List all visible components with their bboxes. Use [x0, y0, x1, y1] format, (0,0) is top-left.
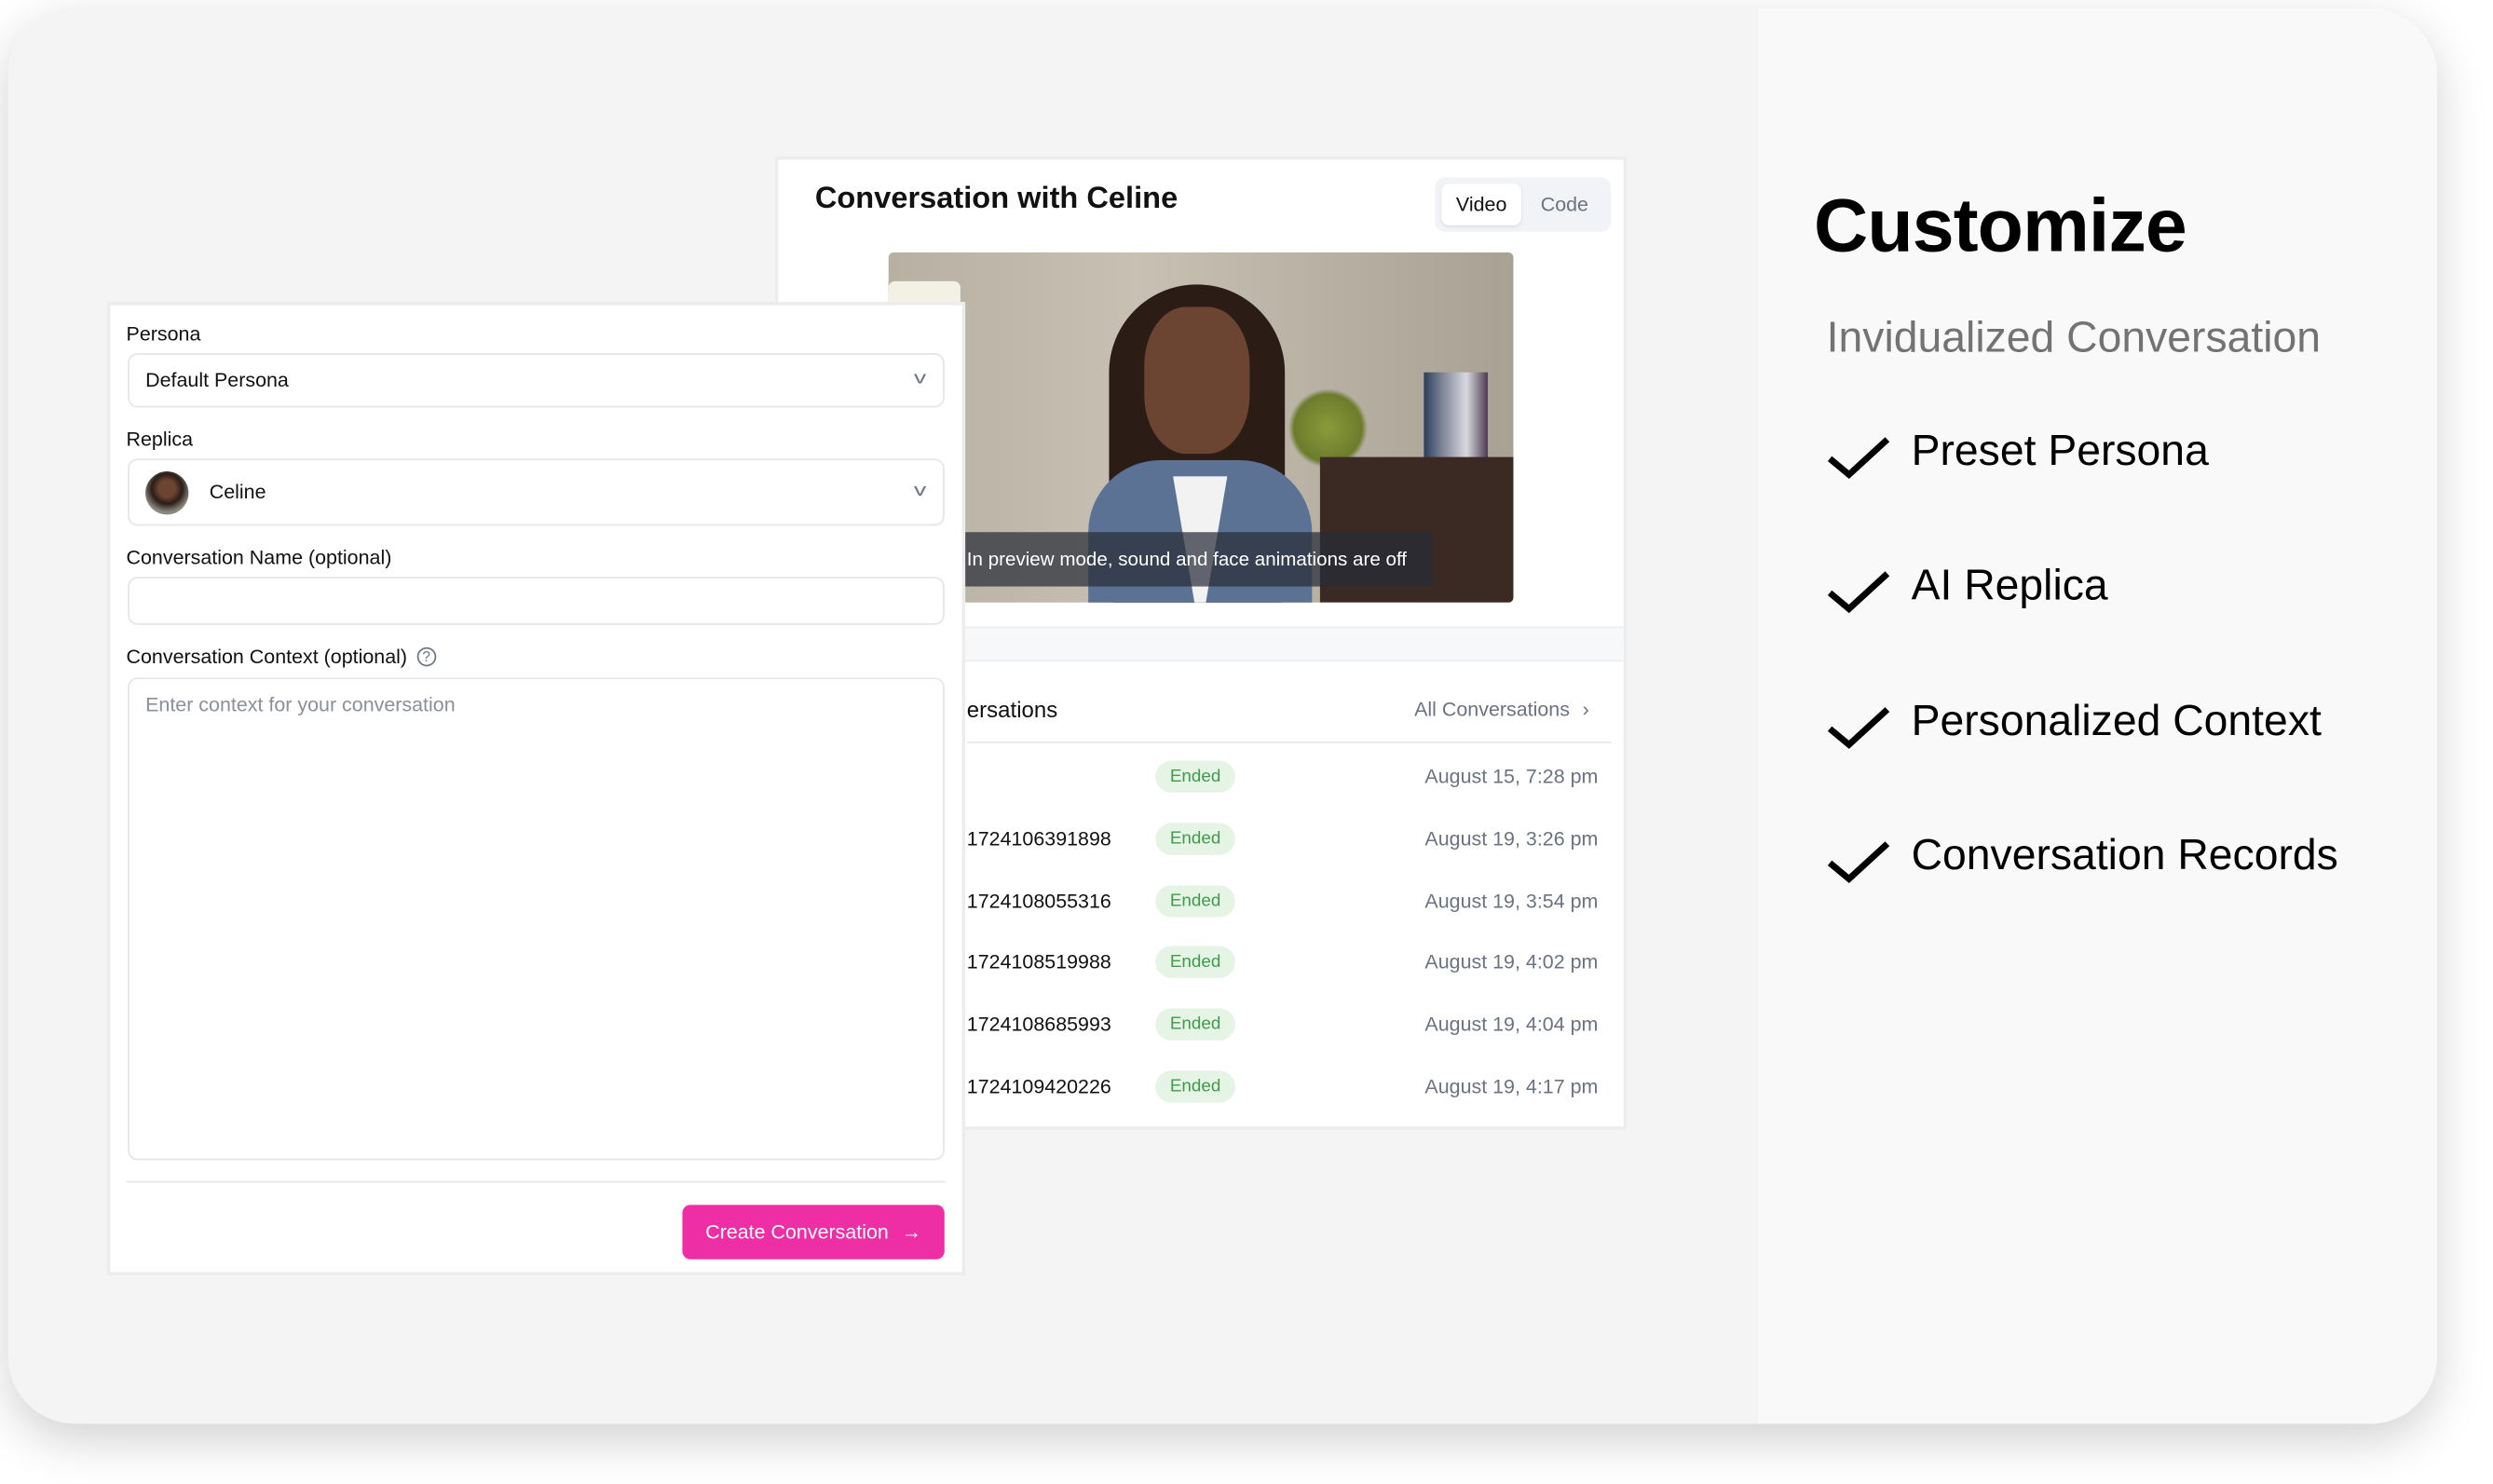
- create-conversation-form: Persona Default Persona v Replica Celine…: [106, 302, 966, 1275]
- table-row[interactable]: 1724108685993 Ended August 19, 4:04 pm: [966, 1007, 1599, 1045]
- promo-subtitle: Invidualized Conversation: [1826, 313, 2322, 361]
- conversation-date: August 19, 4:17 pm: [1424, 1075, 1599, 1098]
- feature-label: AI Replica: [1911, 561, 2108, 610]
- conversation-date: August 19, 4:02 pm: [1424, 951, 1599, 974]
- conversations-heading: ersations: [966, 696, 1058, 723]
- tab-video[interactable]: Video: [1441, 184, 1522, 225]
- feature-label: Personalized Context: [1911, 696, 2322, 744]
- video-background: [1424, 372, 1489, 461]
- arrow-right-icon: →: [901, 1220, 922, 1244]
- help-icon[interactable]: ?: [416, 647, 436, 667]
- status-badge: Ended: [1155, 946, 1235, 979]
- checkmark-icon: [1827, 706, 1890, 749]
- conversation-context-textarea[interactable]: Enter context for your conversation: [128, 677, 945, 1161]
- promo-title: Customize: [1813, 182, 2187, 267]
- conversation-id: 1724108055316: [966, 889, 1111, 912]
- persona-label: Persona: [126, 322, 201, 346]
- replica-figure: [1144, 306, 1250, 455]
- chevron-right-icon: ›: [1582, 698, 1589, 721]
- context-label-text: Conversation Context (optional): [126, 646, 408, 669]
- status-badge: Ended: [1155, 1070, 1235, 1103]
- chevron-down-icon: v: [913, 481, 926, 500]
- preview-caption: In preview mode, sound and face animatio…: [888, 532, 1432, 587]
- list-divider: [966, 741, 1612, 743]
- all-conversations-link[interactable]: All Conversations ›: [1414, 699, 1589, 721]
- conversation-name-input[interactable]: [128, 577, 945, 625]
- checkmark-icon: [1827, 841, 1890, 883]
- video-preview[interactable]: In preview mode, sound and face animatio…: [888, 252, 1514, 603]
- create-conversation-button[interactable]: Create Conversation →: [682, 1205, 945, 1259]
- conversation-id: 1724109420226: [966, 1075, 1111, 1098]
- conversation-name-label: Conversation Name (optional): [126, 546, 392, 569]
- feature-label: Preset Persona: [1911, 427, 2209, 475]
- conversation-id: 1724108519988: [966, 951, 1111, 974]
- create-conversation-label: Create Conversation: [705, 1220, 889, 1244]
- form-divider: [126, 1180, 947, 1183]
- panel-title: Conversation with Celine: [814, 182, 1178, 216]
- conversation-context-label: Conversation Context (optional)?: [127, 646, 436, 668]
- replica-select[interactable]: Celine v: [128, 458, 945, 526]
- table-row[interactable]: 1724109420226 Ended August 19, 4:17 pm: [966, 1069, 1599, 1108]
- status-badge: Ended: [1155, 1008, 1235, 1042]
- conversation-id: 1724108685993: [966, 1013, 1111, 1036]
- context-placeholder: Enter context for your conversation: [145, 693, 456, 716]
- tab-code[interactable]: Code: [1528, 184, 1601, 225]
- table-row[interactable]: 1724106391898 Ended August 19, 3:26 pm: [966, 821, 1599, 859]
- feature-label: Conversation Records: [1911, 830, 2338, 879]
- table-row[interactable]: Ended August 15, 7:28 pm: [967, 759, 1599, 797]
- status-badge: Ended: [1155, 884, 1235, 917]
- chevron-down-icon: v: [913, 369, 926, 388]
- table-row[interactable]: 1724108055316 Ended August 19, 3:54 pm: [966, 883, 1599, 921]
- conversation-date: August 15, 7:28 pm: [1424, 765, 1599, 788]
- checkmark-icon: [1827, 571, 1890, 614]
- conversation-date: August 19, 3:26 pm: [1424, 827, 1599, 851]
- view-tabs: Video Code: [1435, 177, 1612, 232]
- persona-value: Default Persona: [145, 369, 289, 392]
- table-row[interactable]: 1724108519988 Ended August 19, 4:02 pm: [966, 945, 1599, 983]
- replica-value: Celine: [209, 481, 266, 504]
- conversation-date: August 19, 4:04 pm: [1424, 1013, 1599, 1036]
- conversation-id: 1724106391898: [966, 827, 1111, 851]
- replica-label: Replica: [126, 428, 194, 451]
- conversation-date: August 19, 3:54 pm: [1424, 889, 1599, 912]
- avatar: [145, 471, 189, 515]
- status-badge: Ended: [1155, 823, 1235, 855]
- all-conversations-label: All Conversations: [1414, 698, 1570, 721]
- persona-select[interactable]: Default Persona v: [128, 353, 945, 408]
- checkmark-icon: [1827, 437, 1890, 480]
- status-badge: Ended: [1155, 760, 1235, 793]
